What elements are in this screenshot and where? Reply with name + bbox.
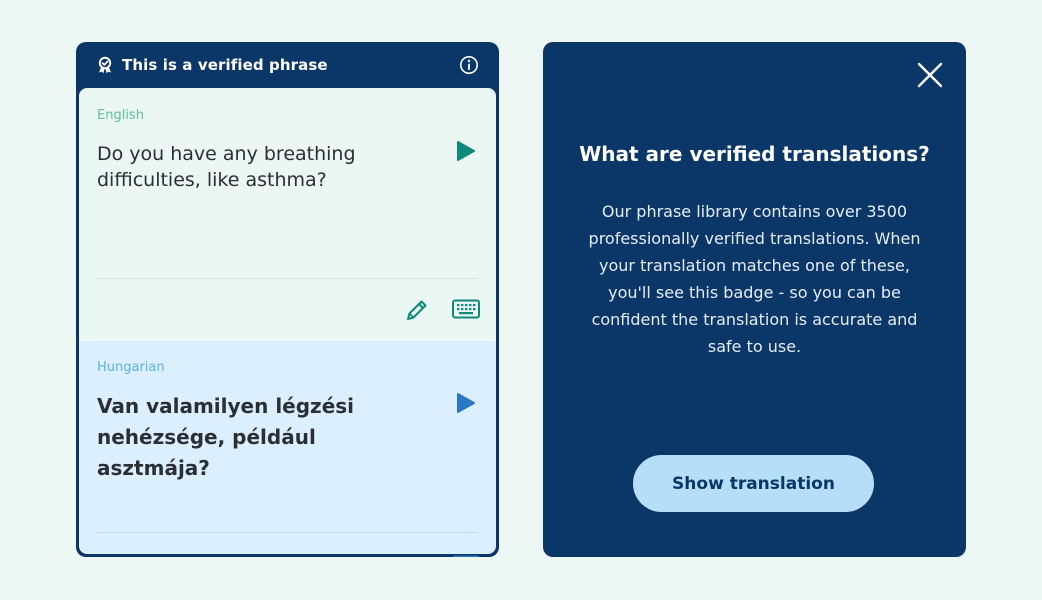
keyboard-button[interactable] [451,298,481,320]
play-icon [457,141,475,161]
close-button[interactable] [915,60,945,90]
keyboard-button[interactable] [451,554,481,557]
source-phrase-text: Do you have any breathing difficulties, … [97,143,356,191]
verified-phrase-title: This is a verified phrase [122,56,328,74]
info-icon[interactable] [459,55,479,75]
source-language-label: English [97,108,144,123]
keyboard-icon [452,555,480,557]
keyboard-icon [452,299,480,319]
edit-button[interactable] [403,296,431,324]
verified-translations-modal: What are verified translations? Our phra… [543,42,966,557]
show-translation-button[interactable]: Show translation [633,455,874,512]
play-source-button[interactable] [455,140,477,162]
target-phrase-text: Van valamilyen légzési nehézsége, példáu… [97,394,355,480]
play-target-button[interactable] [455,392,477,414]
modal-description: Our phrase library contains over 3500 pr… [588,202,921,356]
source-language-panel: English Do you have any breathing diffic… [79,88,496,341]
pencil-icon [407,300,427,320]
verified-badge-icon [96,56,114,74]
target-language-label: Hungarian [97,360,165,375]
play-icon [457,393,475,413]
card-header: This is a verified phrase [76,42,499,88]
close-icon [917,62,943,88]
target-divider [97,532,478,533]
modal-title: What are verified translations? [579,142,930,166]
target-language-panel: Hungarian Van valamilyen légzési nehézsé… [79,341,496,557]
verified-phrase-card: This is a verified phrase English Do you… [76,42,499,557]
source-divider [97,278,478,279]
